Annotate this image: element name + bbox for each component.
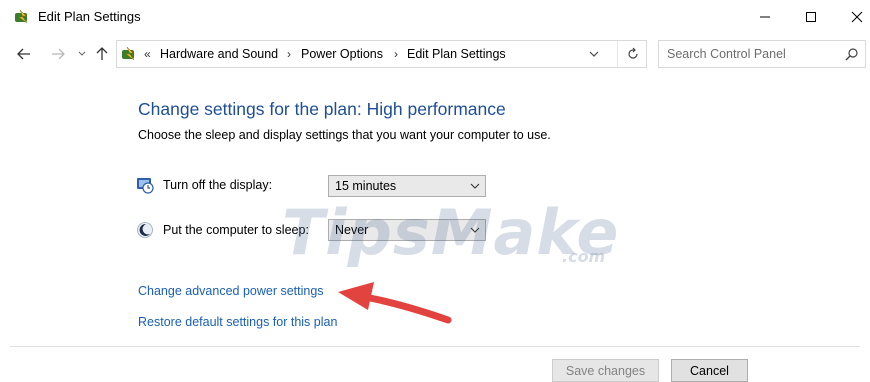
search-placeholder: Search Control Panel [667, 47, 786, 61]
forward-button[interactable] [50, 46, 66, 62]
page-title: Change settings for the plan: High perfo… [138, 99, 506, 119]
chevron-down-icon [78, 51, 86, 56]
back-arrow-icon [17, 48, 30, 60]
refresh-button[interactable] [617, 41, 648, 67]
breadcrumb-separator[interactable]: › [394, 47, 398, 61]
maximize-button[interactable] [788, 0, 834, 34]
recent-locations-button[interactable] [74, 46, 90, 62]
sleep-moon-icon [137, 222, 153, 238]
address-dropdown-icon[interactable] [587, 48, 601, 60]
search-icon[interactable] [845, 47, 859, 61]
title-bar: Edit Plan Settings [0, 0, 870, 34]
minimize-button[interactable] [742, 0, 788, 34]
forward-arrow-icon [52, 48, 65, 60]
power-options-icon [122, 46, 135, 61]
back-button[interactable] [16, 46, 32, 62]
address-bar[interactable]: « Hardware and Sound › Power Options › E… [116, 40, 647, 68]
power-options-icon [15, 9, 28, 24]
advanced-power-settings-link[interactable]: Change advanced power settings [138, 284, 324, 298]
window-title: Edit Plan Settings [38, 9, 141, 24]
page-description: Choose the sleep and display settings th… [138, 128, 551, 142]
breadcrumb-hardware-and-sound[interactable]: Hardware and Sound [160, 47, 278, 61]
maximize-icon [806, 12, 816, 22]
up-arrow-icon [96, 47, 108, 60]
navigation-bar: « Hardware and Sound › Power Options › E… [0, 38, 870, 70]
display-timeout-label: Turn off the display: [163, 178, 273, 192]
close-button[interactable] [834, 0, 870, 34]
breadcrumb-power-options[interactable]: Power Options [301, 47, 383, 61]
watermark-suffix: .com [562, 247, 606, 266]
search-input[interactable]: Search Control Panel [658, 40, 866, 68]
footer-divider [10, 346, 860, 347]
restore-defaults-link[interactable]: Restore default settings for this plan [138, 315, 337, 329]
display-timeout-select[interactable]: 15 minutes [328, 175, 486, 197]
display-timer-icon [137, 178, 154, 194]
breadcrumb-overflow[interactable]: « [144, 47, 151, 61]
chevron-down-icon [470, 183, 480, 189]
display-timeout-value: 15 minutes [335, 179, 397, 193]
annotation-arrow [338, 282, 452, 324]
up-button[interactable] [94, 46, 110, 62]
breadcrumb-separator[interactable]: › [287, 47, 291, 61]
close-icon [851, 11, 863, 23]
breadcrumb-edit-plan-settings[interactable]: Edit Plan Settings [407, 47, 506, 61]
refresh-icon [628, 47, 638, 59]
minimize-icon [760, 16, 770, 18]
